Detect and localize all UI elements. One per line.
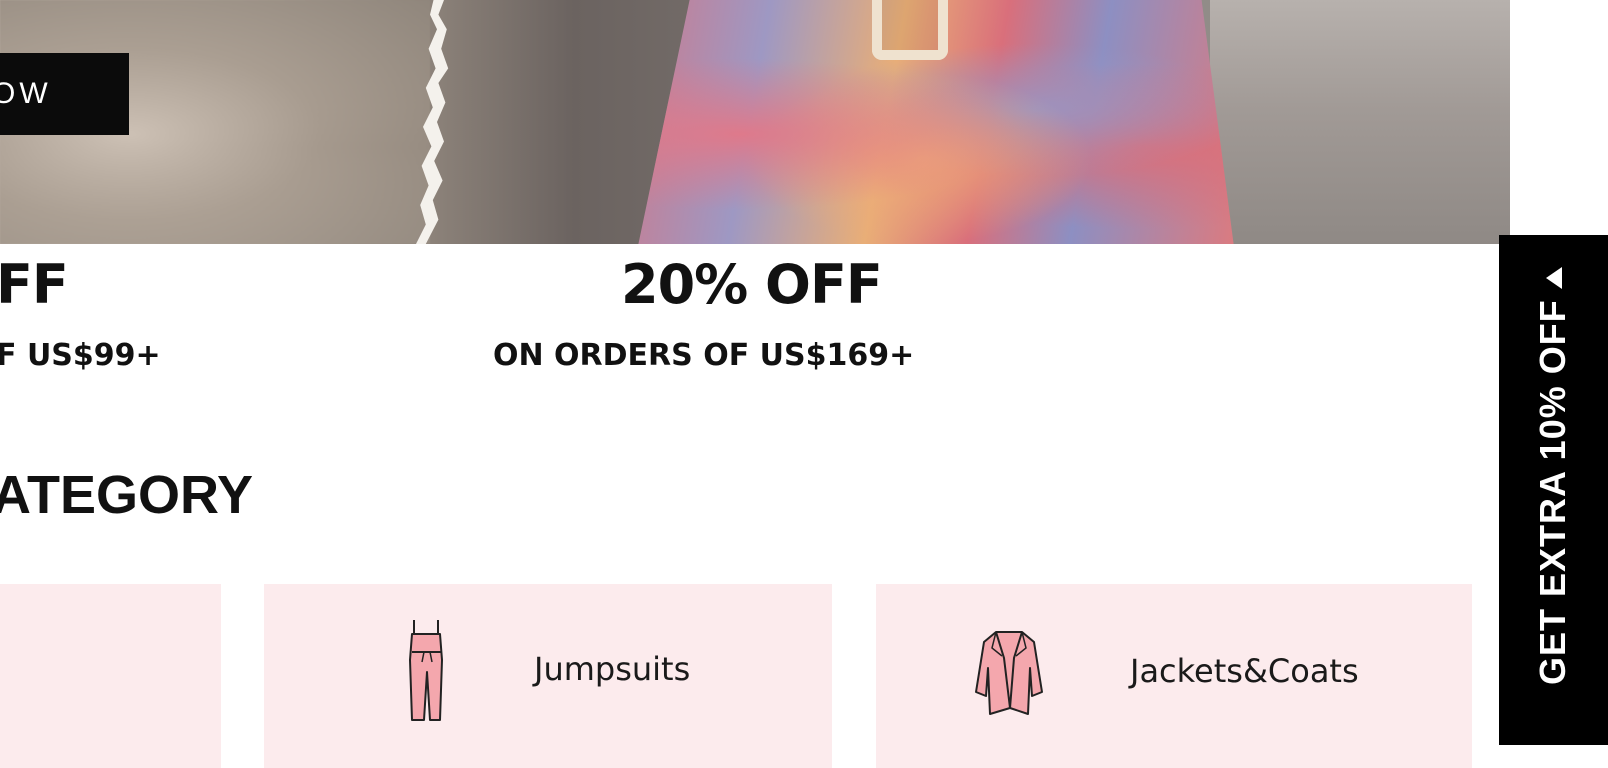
get-extra-discount-label: GET EXTRA 10% OFF (1532, 299, 1573, 685)
get-extra-discount-tab[interactable]: GET EXTRA 10% OFF (1499, 235, 1608, 745)
category-label-jumpsuits: Jumpsuits (534, 650, 691, 688)
promo-left-subline: F US$99+ (0, 338, 161, 373)
hero-right-photo (1210, 0, 1510, 244)
shop-now-button-label: OW (0, 77, 52, 110)
shop-now-button[interactable]: OW (0, 53, 129, 135)
category-card-partial[interactable] (0, 584, 221, 768)
promo-center-subline: ON ORDERS OF US$169+ (493, 338, 915, 373)
category-label-jackets-coats: Jackets&Coats (1130, 652, 1359, 690)
category-card-jackets-coats[interactable]: Jackets&Coats (876, 584, 1472, 768)
promo-center-headline: 20% OFF (621, 253, 883, 316)
shop-by-category-title: ATEGORY (0, 465, 254, 525)
promo-left-headline: FF (0, 253, 69, 316)
category-card-jumpsuits[interactable]: Jumpsuits (264, 584, 832, 768)
jumpsuit-icon (409, 620, 443, 721)
hero-banner[interactable]: OW (0, 0, 1510, 244)
triangle-left-icon[interactable] (1545, 267, 1562, 289)
belt-buckle (872, 0, 948, 60)
jacket-icon (975, 631, 1043, 715)
